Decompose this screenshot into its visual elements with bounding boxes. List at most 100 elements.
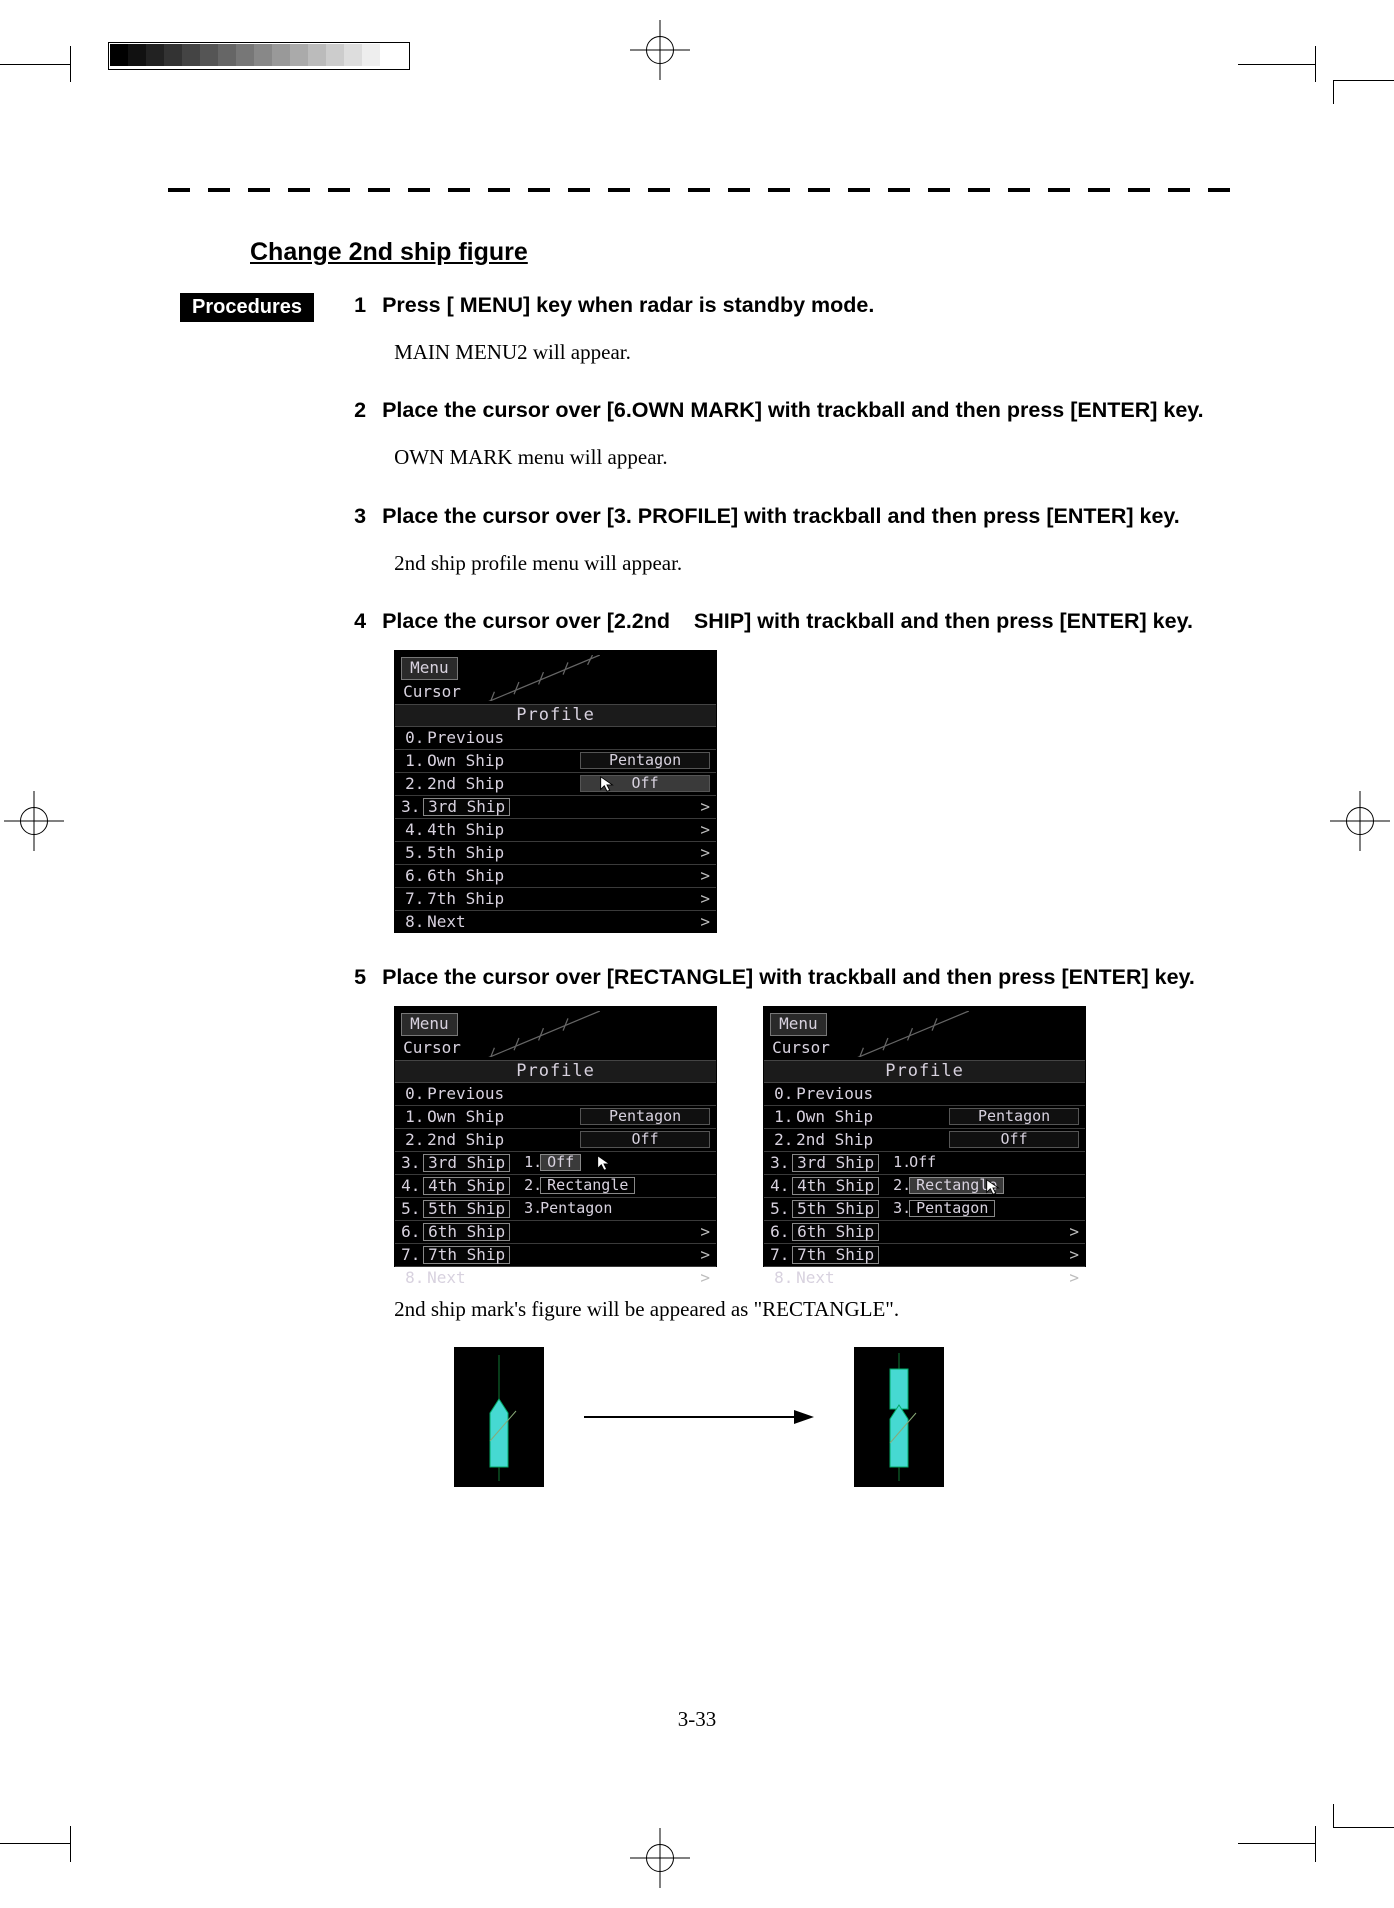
submenu-rectangle: Rectangle — [540, 1177, 635, 1194]
step-1: 1 Press [ MENU] key when radar is standb… — [354, 291, 1214, 366]
menu-row-next: 8.Next> — [395, 1267, 716, 1289]
menu-row-own-ship: 1.Own ShipPentagon — [395, 1106, 716, 1129]
arrow-icon: > — [700, 891, 710, 907]
menu-screenshot-step5-left: Menu Cursor — [394, 1006, 717, 1267]
menu-row-5th-ship: 5. 5th Ship > — [395, 842, 716, 865]
menu-row-2nd-ship: 2.2nd ShipOff — [395, 1129, 716, 1152]
arrow-icon: > — [700, 868, 710, 884]
menu-row-4th-ship: 4. 4th Ship > — [395, 819, 716, 842]
menu-button: Menu — [401, 657, 458, 680]
cursor-label: Cursor — [772, 1040, 830, 1056]
step-number: 4 — [354, 607, 382, 636]
menu-row-next: 8. Next > — [395, 911, 716, 933]
arrow-right-icon — [584, 1407, 814, 1427]
arrow-icon: > — [700, 799, 710, 815]
step-title: Press [ MENU] key when radar is standby … — [382, 291, 1214, 320]
menu-row-4th-ship: 4.4th Ship 2.Rectangle — [395, 1175, 716, 1198]
registration-mark-bottom — [630, 1828, 690, 1888]
cursor-label: Cursor — [403, 684, 461, 700]
menu-row-next: 8.Next> — [764, 1267, 1085, 1289]
step-title: Place the cursor over [6.OWN MARK] with … — [382, 396, 1214, 425]
menu-row-3rd-ship: 3.3rd Ship 1.Off — [764, 1152, 1085, 1175]
menu-row-6th-ship: 6. 6th Ship > — [395, 865, 716, 888]
menu-title: Profile — [395, 704, 716, 727]
page-number: 3-33 — [0, 1707, 1394, 1732]
submenu-pentagon: Pentagon — [909, 1200, 995, 1217]
submenu-off: Off — [540, 1154, 581, 1171]
graph-area — [465, 655, 710, 701]
arrow-icon: > — [700, 822, 710, 838]
crop-mark — [1334, 1827, 1394, 1828]
step-5: 5 Place the cursor over [RECTANGLE] with… — [354, 963, 1214, 1487]
menu-screenshot-step4: Menu Cursor — [394, 650, 717, 933]
step-body: 2nd ship profile menu will appear. — [394, 549, 1214, 577]
ship-figure-after — [854, 1347, 944, 1487]
menu-row-2nd-ship: 2. 2nd Ship Off — [395, 773, 716, 796]
step-number: 1 — [354, 291, 382, 320]
menu-row-6th-ship: 6.6th Ship> — [764, 1221, 1085, 1244]
crop-mark — [1238, 1843, 1316, 1844]
crop-mark — [70, 46, 71, 82]
step-number: 2 — [354, 396, 382, 425]
ship-figure-row — [454, 1347, 1214, 1487]
submenu-off: Off — [909, 1155, 936, 1170]
step-title: Place the cursor over [2.2nd SHIP] with … — [382, 607, 1214, 636]
menu-screenshot-step5-right: Menu Cursor — [763, 1006, 1086, 1267]
step-title: Place the cursor over [RECTANGLE] with t… — [382, 963, 1214, 992]
menu-button: Menu — [770, 1013, 827, 1036]
document-page: Change 2nd ship figure Procedures 1 Pres… — [0, 0, 1394, 1908]
step-3: 3 Place the cursor over [3. PROFILE] wit… — [354, 502, 1214, 577]
menu-row-7th-ship: 7.7th Ship> — [764, 1244, 1085, 1267]
menu-row-4th-ship: 4.4th Ship 2.Rectangle — [764, 1175, 1085, 1198]
crop-mark — [0, 64, 70, 65]
registration-mark-left — [4, 791, 64, 851]
step-title: Place the cursor over [3. PROFILE] with … — [382, 502, 1214, 531]
graph-area — [465, 1011, 710, 1057]
menu-row-own-ship: 1.Own ShipPentagon — [764, 1106, 1085, 1129]
crop-mark — [0, 1843, 70, 1844]
arrow-icon: > — [700, 914, 710, 930]
menu-value: Pentagon — [580, 752, 710, 769]
menu-row-5th-ship: 5.5th Ship 3.Pentagon — [764, 1198, 1085, 1221]
section-divider — [168, 188, 1230, 192]
submenu-pentagon: Pentagon — [540, 1201, 612, 1216]
step-number: 3 — [354, 502, 382, 531]
step-body: 2nd ship mark's figure will be appeared … — [394, 1295, 1214, 1323]
menu-row-7th-ship: 7.7th Ship> — [395, 1244, 716, 1267]
menu-row-own-ship: 1. Own Ship Pentagon — [395, 750, 716, 773]
arrow-icon: > — [700, 845, 710, 861]
menu-list: 0. Previous 1. Own Ship Pentagon 2. 2nd … — [395, 727, 716, 933]
section-title: Change 2nd ship figure — [250, 238, 1230, 267]
step-2: 2 Place the cursor over [6.OWN MARK] wit… — [354, 396, 1214, 471]
crop-mark — [1333, 80, 1334, 104]
menu-title: Profile — [395, 1060, 716, 1083]
menu-row-2nd-ship: 2.2nd ShipOff — [764, 1129, 1085, 1152]
step-4: 4 Place the cursor over [2.2nd SHIP] wit… — [354, 607, 1214, 933]
registration-mark-top — [630, 20, 690, 80]
step-body: OWN MARK menu will appear. — [394, 443, 1214, 471]
step-number: 5 — [354, 963, 382, 992]
crop-mark — [1315, 1826, 1316, 1862]
menu-row-previous: 0.Previous — [395, 1083, 716, 1106]
menu-value: Off — [580, 775, 710, 792]
crop-mark — [1334, 80, 1394, 81]
menu-row-7th-ship: 7. 7th Ship > — [395, 888, 716, 911]
content-area: Change 2nd ship figure Procedures 1 Pres… — [180, 238, 1230, 1517]
menu-row-5th-ship: 5.5th Ship 3.Pentagon — [395, 1198, 716, 1221]
crop-mark — [70, 1826, 71, 1862]
registration-mark-right — [1330, 791, 1390, 851]
crop-mark — [1315, 46, 1316, 82]
cursor-label: Cursor — [403, 1040, 461, 1056]
submenu-rectangle: Rectangle — [909, 1177, 1004, 1194]
menu-row-3rd-ship: 3.3rd Ship 1.Off — [395, 1152, 716, 1175]
procedures-label: Procedures — [180, 293, 314, 322]
menu-button: Menu — [401, 1013, 458, 1036]
grayscale-bar — [110, 44, 380, 66]
menu-row-6th-ship: 6.6th Ship> — [395, 1221, 716, 1244]
menu-row-previous: 0. Previous — [395, 727, 716, 750]
crop-mark — [1238, 64, 1316, 65]
graph-area — [834, 1011, 1079, 1057]
crop-mark — [1333, 1804, 1334, 1828]
menu-row-3rd-ship: 3. 3rd Ship > — [395, 796, 716, 819]
ship-figure-before — [454, 1347, 544, 1487]
